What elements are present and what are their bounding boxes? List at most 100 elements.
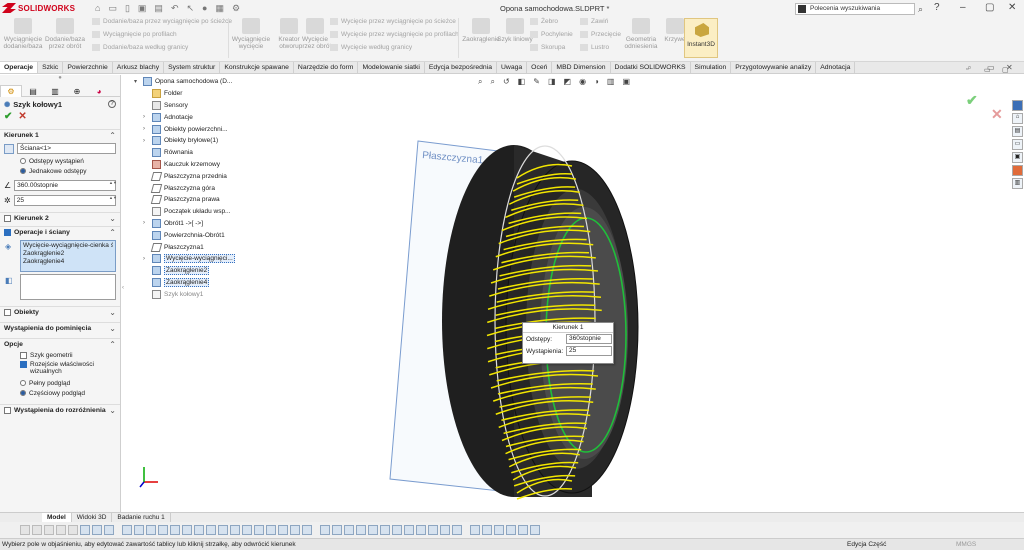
extruded-boss-button[interactable]: Wyciągnięcie dodanie/baza (2, 16, 44, 60)
tree-item[interactable]: Płaszczyzna prawa (134, 194, 284, 206)
view-orientation-icon[interactable]: ◨ (548, 77, 556, 87)
rebuild-icon[interactable]: ● (202, 3, 207, 14)
sketch-tool-icon[interactable] (218, 525, 228, 535)
close-icon[interactable]: ✕ (1008, 2, 1016, 13)
expand-arrow-icon[interactable]: › (143, 126, 149, 132)
tree-item[interactable]: Powierzchnia-Obrót1 (134, 229, 284, 241)
units-selector[interactable]: MMGS (956, 539, 976, 550)
sketch-tool-icon[interactable] (356, 525, 366, 535)
sketch-tool-icon[interactable] (134, 525, 144, 535)
sketch-tool-icon[interactable] (80, 525, 90, 535)
command-tab[interactable]: Uwaga (497, 62, 528, 73)
restore-icon[interactable]: ▢ (985, 2, 994, 13)
instances-spinbox[interactable]: 25 (13, 195, 116, 206)
print-icon[interactable]: ▤ (154, 3, 163, 14)
tab-model[interactable]: Model (42, 513, 72, 522)
sketch-tool-icon[interactable] (506, 525, 516, 535)
direction2-group-header[interactable]: Kierunek 2 ⌄ (0, 212, 120, 224)
expand-arrow-icon[interactable]: › (143, 138, 149, 144)
instance-spacing-radio[interactable]: Odstępy wystąpień (0, 156, 120, 166)
command-tab[interactable]: Przygotowywanie analizy (731, 62, 817, 73)
tree-item[interactable]: Płaszczyzna góra (134, 182, 284, 194)
sketch-tool-icon[interactable] (470, 525, 480, 535)
display-style-icon[interactable]: ◩ (564, 77, 572, 87)
sketch-tool-icon[interactable] (68, 525, 78, 535)
command-tab[interactable]: Adnotacja (816, 62, 856, 73)
bodies-group-header[interactable]: Obiekty ⌄ (0, 306, 120, 318)
boundary-boss-button[interactable]: Dodanie/baza według granicy (92, 44, 232, 52)
sketch-tool-icon[interactable] (380, 525, 390, 535)
lofted-cut-button[interactable]: Wycięcie przez wyciągnięcie po profilach (330, 31, 459, 38)
tree-item[interactable]: Szyk kołowy1 (134, 288, 284, 300)
sketch-tool-icon[interactable] (278, 525, 288, 535)
command-tab[interactable]: Oceń (527, 62, 553, 73)
save-icon[interactable]: ▣ (138, 3, 147, 14)
sketch-tool-icon[interactable] (302, 525, 312, 535)
partial-preview-radio[interactable]: Częściowy podgląd (0, 388, 120, 398)
command-tab[interactable]: Operacje (0, 62, 39, 73)
sketch-tool-icon[interactable] (92, 525, 102, 535)
list-item[interactable]: Zaokrąglenie4 (23, 258, 113, 266)
configuration-manager-tab-icon[interactable]: ▥ (44, 85, 66, 97)
sketch-tool-icon[interactable] (530, 525, 540, 535)
command-tab[interactable]: Edycja bezpośrednia (425, 62, 497, 73)
viewport-window-icon[interactable]: ▫ (966, 66, 968, 73)
command-tab[interactable]: Konstrukcje spawane (220, 62, 294, 73)
sketch-tool-icon[interactable] (344, 525, 354, 535)
section-view-icon[interactable]: ◧ (518, 77, 526, 87)
expand-arrow-icon[interactable]: › (143, 256, 149, 262)
instances-to-vary-header[interactable]: Wystąpienia do rozróżnienia ⌄ (0, 404, 120, 416)
open-file-icon[interactable]: ▯ (125, 3, 130, 14)
zoom-fit-icon[interactable]: ⌕ (478, 77, 482, 87)
sketch-tool-icon[interactable] (482, 525, 492, 535)
dynamic-annotation-icon[interactable]: ✎ (533, 77, 540, 87)
rib-button[interactable]: Żebro (530, 18, 573, 25)
wrap-button[interactable]: Zawiń (580, 18, 621, 25)
command-tab[interactable]: System struktur (164, 62, 221, 73)
sketch-tool-icon[interactable] (194, 525, 204, 535)
features-to-pattern-list[interactable]: Wycięcie-wyciągnięcie-cienka ści Zaokrąg… (20, 240, 116, 272)
tree-item[interactable]: Równania (134, 147, 284, 159)
edit-appearance-icon[interactable]: ◑ (594, 77, 599, 87)
solidworks-resources-icon[interactable] (1012, 100, 1023, 111)
direction2-checkbox[interactable] (4, 215, 11, 222)
design-library-icon[interactable]: ▤ (1012, 126, 1023, 137)
sketch-tool-icon[interactable] (332, 525, 342, 535)
lofted-boss-button[interactable]: Wyciągnięcie po profilach (92, 31, 232, 38)
sketch-tool-icon[interactable] (440, 525, 450, 535)
tab-3d-views[interactable]: Widoki 3D (72, 513, 113, 522)
appearances-icon[interactable] (1012, 165, 1023, 176)
minimize-icon[interactable]: – (960, 2, 966, 13)
command-tab[interactable]: Modelowanie siatki (358, 62, 425, 73)
command-tab[interactable]: MBD Dimension (552, 62, 611, 73)
mirror-button[interactable]: Lustro (580, 44, 621, 52)
sketch-tool-icon[interactable] (392, 525, 402, 535)
sketch-tool-icon[interactable] (170, 525, 180, 535)
tab-motion-study[interactable]: Badanie ruchu 1 (112, 513, 171, 522)
sketch-tool-icon[interactable] (122, 525, 132, 535)
sketch-tool-icon[interactable] (416, 525, 426, 535)
sketch-tool-icon[interactable] (494, 525, 504, 535)
tree-item[interactable]: Zaokrąglenie4 (134, 277, 284, 289)
list-item[interactable]: Wycięcie-wyciągnięcie-cienka ści (23, 242, 113, 250)
tree-item[interactable]: › Adnotacje (134, 111, 284, 123)
revolved-boss-button[interactable]: Dodanie/baza przez obrót (44, 16, 86, 60)
swept-cut-button[interactable]: Wycięcie przez wyciągnięcie po ścieżce (330, 18, 459, 25)
sketch-tool-icon[interactable] (158, 525, 168, 535)
sketch-tool-icon[interactable] (20, 525, 30, 535)
sketch-tool-icon[interactable] (242, 525, 252, 535)
sketch-tool-icon[interactable] (206, 525, 216, 535)
expand-arrow-icon[interactable]: › (143, 114, 149, 120)
expand-arrow-icon[interactable]: ▾ (134, 78, 140, 85)
new-file-icon[interactable]: ▭ (108, 3, 117, 14)
command-tab[interactable]: Arkusz blachy (113, 62, 165, 73)
command-tab[interactable]: Simulation (691, 62, 732, 73)
feature-manager-tab-icon[interactable]: ⚙ (0, 85, 22, 97)
swept-boss-button[interactable]: Dodanie/baza przez wyciągnięcie po ścież… (92, 18, 232, 25)
tree-item[interactable]: › Obrót1 ->[ ->] (134, 218, 284, 230)
list-item[interactable]: Zaokrąglenie2 (23, 250, 113, 258)
instances-to-skip-header[interactable]: Wystąpienia do pominięcia ⌄ (0, 322, 120, 334)
file-properties-icon[interactable]: ▦ (215, 3, 224, 14)
intersect-button[interactable]: Przecięcie (580, 31, 621, 38)
file-explorer-icon[interactable]: ▭ (1012, 139, 1023, 150)
